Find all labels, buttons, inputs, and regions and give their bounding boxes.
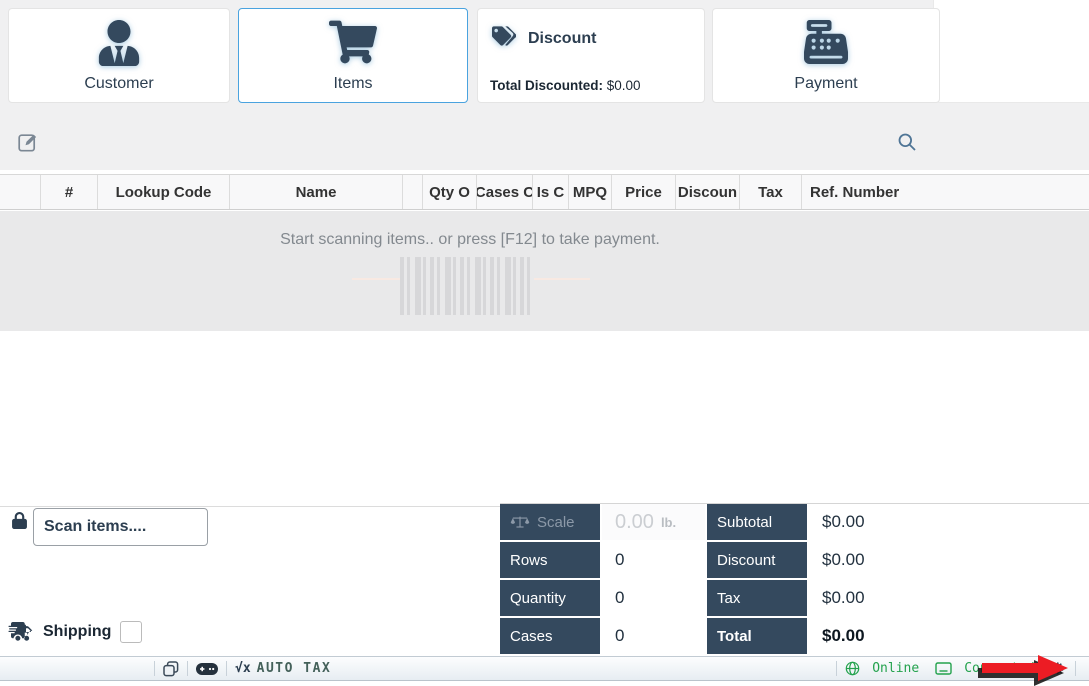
quantity-value-cell: 0 [602, 580, 705, 616]
lock-icon [12, 512, 27, 529]
col-discount: Discoun [676, 175, 740, 209]
divider [187, 661, 188, 676]
discount-card-label: Discount [528, 30, 596, 48]
connected-status: Connected [964, 661, 1034, 676]
discount-card[interactable]: Discount Total Discounted: $0.00 [477, 8, 705, 103]
scale-label: Scale [537, 514, 575, 531]
divider [226, 661, 227, 676]
col-lookup-code: Lookup Code [98, 175, 230, 209]
cases-label-cell: Cases [500, 618, 600, 654]
tags-icon [492, 25, 516, 52]
pos-app: Customer Items Discount Total Discounted… [0, 0, 1089, 686]
cart-icon [329, 20, 377, 69]
shipping-control: Shipping [8, 621, 142, 643]
print-copies-button[interactable] [163, 661, 179, 677]
col-cases: Cases C [477, 175, 533, 209]
shipping-checkbox[interactable] [120, 621, 142, 643]
globe-icon [845, 661, 860, 676]
cases-value-cell: 0 [602, 618, 705, 654]
col-mpq: MPQ [569, 175, 612, 209]
col-blank-2 [403, 175, 423, 209]
discount-label-cell: Discount [707, 542, 807, 578]
gamepad-button[interactable] [196, 663, 218, 675]
edit-icon [18, 140, 38, 155]
partial-card-filler [933, 0, 1089, 103]
shipping-label: Shipping [43, 623, 111, 641]
sqrt-icon: √x [235, 661, 251, 676]
search-icon [897, 140, 917, 155]
person-icon [98, 20, 140, 71]
scale-unit: lb. [661, 515, 676, 530]
total-discounted-value: $0.00 [607, 78, 641, 93]
scale-value-cell: 0.00 lb. [602, 504, 705, 540]
rows-value: 0 [615, 550, 624, 570]
col-number: # [41, 175, 98, 209]
search-button[interactable] [897, 132, 917, 152]
total-discounted-label: Total Discounted: [490, 78, 603, 93]
col-name: Name [230, 175, 403, 209]
col-blank-1 [0, 175, 41, 209]
cash-register-icon [804, 20, 848, 69]
subtotal-value-cell: $0.00 [809, 504, 1089, 540]
divider [1075, 661, 1076, 676]
customer-card[interactable]: Customer [8, 8, 230, 103]
totals-panel: Scale 0.00 lb. Subtotal $0.00 Rows 0 Dis… [500, 504, 1089, 654]
auto-tax-label: AUTO TAX [257, 661, 332, 676]
edit-button[interactable] [18, 132, 38, 152]
copy-icon [163, 661, 179, 677]
scale-value: 0.00 [615, 511, 654, 534]
tax-value: $0.00 [822, 588, 865, 608]
empty-state: Start scanning items.. or press [F12] to… [0, 211, 1089, 331]
col-tax: Tax [740, 175, 802, 209]
subtotal-value: $0.00 [822, 512, 865, 532]
quantity-value: 0 [615, 588, 624, 608]
items-card[interactable]: Items [238, 8, 468, 103]
total-discounted: Total Discounted: $0.00 [490, 78, 641, 93]
quantity-label-cell: Quantity [500, 580, 600, 616]
total-value: $0.00 [822, 626, 865, 646]
tax-label-cell: Tax [707, 580, 807, 616]
col-ref-number: Ref. Number [802, 175, 1089, 209]
status-bar: √x AUTO TAX Online Connected ⚙ [0, 656, 1089, 681]
customer-card-label: Customer [84, 75, 153, 93]
cases-value: 0 [615, 626, 624, 646]
truck-icon [8, 622, 34, 642]
divider [836, 661, 837, 676]
empty-state-message: Start scanning items.. or press [F12] to… [0, 231, 940, 249]
col-is-case: Is C [533, 175, 569, 209]
terminal-icon [935, 662, 952, 675]
total-label-cell: Total [707, 618, 807, 654]
rows-label-cell: Rows [500, 542, 600, 578]
payment-card[interactable]: Payment [712, 8, 940, 103]
divider [154, 661, 155, 676]
items-table-header: # Lookup Code Name Qty O Cases C Is C MP… [0, 174, 1089, 210]
total-value-cell: $0.00 [809, 618, 1089, 654]
scale-icon [510, 515, 530, 529]
subtotal-label-cell: Subtotal [707, 504, 807, 540]
discount-value: $0.00 [822, 550, 865, 570]
payment-card-label: Payment [794, 75, 857, 93]
online-status: Online [872, 661, 919, 676]
items-card-label: Items [333, 75, 372, 93]
top-nav-region: Customer Items Discount Total Discounted… [0, 0, 1089, 170]
scan-items-input[interactable] [33, 508, 208, 546]
barcode-graphic [400, 257, 534, 315]
tax-value-cell: $0.00 [809, 580, 1089, 616]
scale-label-cell: Scale [500, 504, 600, 540]
discount-value-cell: $0.00 [809, 542, 1089, 578]
rows-value-cell: 0 [602, 542, 705, 578]
bottom-panel-divider [0, 506, 500, 507]
col-price: Price [612, 175, 676, 209]
settings-button[interactable]: ⚙ [1049, 661, 1067, 677]
gear-icon: ⚙ [1051, 659, 1065, 678]
col-qty-ordered: Qty O [423, 175, 477, 209]
gamepad-icon [196, 663, 218, 675]
